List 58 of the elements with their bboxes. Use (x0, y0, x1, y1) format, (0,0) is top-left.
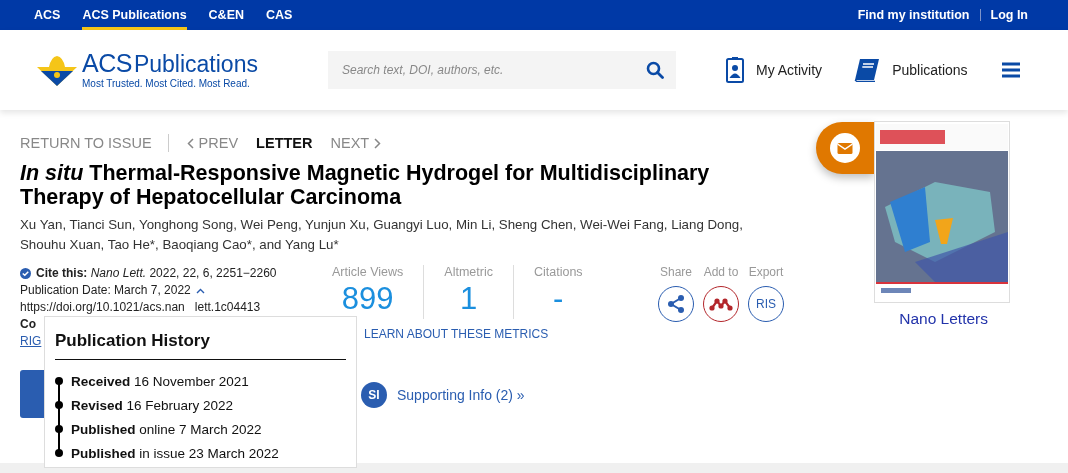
history-event: Published online 7 March 2022 (71, 421, 262, 437)
tool-label: Export (748, 265, 784, 279)
site-tab[interactable]: C&EN (208, 0, 244, 30)
book-icon[interactable] (854, 58, 881, 82)
email-button[interactable] (816, 122, 874, 174)
metric-label: Article Views (332, 265, 404, 279)
history-event: Revised 16 February 2022 (71, 397, 234, 413)
site-tab[interactable]: CAS (266, 0, 293, 30)
dots-network-icon (709, 297, 733, 311)
metric-value: 899 (341, 280, 394, 318)
add-to-button[interactable] (703, 286, 739, 322)
site-tab[interactable]: ACS Publications (82, 0, 187, 30)
id-badge-icon[interactable] (726, 57, 744, 83)
metrics-link[interactable]: LEARN ABOUT THESE METRICS (364, 327, 652, 341)
metric-label: Altmetric (444, 265, 493, 279)
envelope-icon (830, 133, 860, 163)
chevron-left-icon (186, 137, 194, 149)
journal-link[interactable]: Nano Letters (899, 310, 988, 328)
supporting-info-link[interactable]: Supporting Info (2) » (397, 387, 525, 403)
metric-label: Citations (533, 265, 583, 279)
logo-mark-text: ACS (82, 51, 132, 76)
next-link[interactable]: NEXT (330, 135, 382, 151)
history-event: Received 16 November 2021 (71, 373, 249, 389)
si-badge: SI (361, 382, 387, 408)
logo-word: Publications (133, 53, 258, 76)
tool-label: Add to (703, 265, 739, 279)
export-button[interactable]: RIS (748, 286, 784, 322)
copyright-text: Co (20, 316, 37, 333)
doi-link[interactable]: lett.1c04413 (194, 300, 261, 314)
metric-value: - (553, 280, 564, 318)
doi-link[interactable]: https://doi.org/10.1021/acs.nan (20, 300, 185, 314)
return-link[interactable]: RETURN TO ISSUE (20, 135, 152, 151)
logo-icon (35, 53, 79, 87)
menu-icon[interactable] (1001, 62, 1020, 78)
chevron-right-icon (374, 137, 382, 149)
search-icon[interactable] (646, 61, 664, 79)
top-link[interactable]: Log In (990, 8, 1028, 22)
article-title: In situ Thermal-Responsive Magnetic Hydrogel for Multidisciplinary Therapy of Hepatocellular Carcinoma (20, 161, 711, 209)
site-tab[interactable]: ACS (34, 0, 61, 30)
header-link[interactable]: Publications (892, 62, 968, 78)
author-list: Xu Yan, Tianci Sun, Yonghong Song, Wei Peng, Yunjun Xu, Guangyi Luo, Min Li, Sheng Chen, Wei-Wei Fang, Liang Dong, Shouhu Xuan, Tao He*, Baoqiang Cao*, and Yang Lu* (20, 215, 760, 254)
history-event: Published in issue 23 March 2022 (71, 445, 279, 461)
article-type: LETTER (256, 135, 313, 151)
tool-label: Share (660, 265, 692, 279)
rights-link[interactable]: RIG (20, 334, 42, 348)
metric-value: 1 (460, 280, 478, 318)
header-link[interactable]: My Activity (756, 62, 823, 78)
popup-title: Publication History (55, 331, 346, 360)
verified-icon (20, 268, 31, 279)
publication-date: Publication Date: March 7, 2022 (20, 282, 191, 299)
prev-link[interactable]: PREV (186, 135, 239, 151)
share-button[interactable] (658, 286, 694, 322)
caret-icon[interactable] (195, 287, 205, 294)
logo-tagline: Most Trusted. Most Cited. Most Read. (82, 78, 251, 89)
share-icon (666, 294, 686, 314)
top-link[interactable]: Find my institution (857, 8, 970, 22)
search-field[interactable]: Search text, DOI, authors, etc. (328, 51, 676, 89)
citation: Cite this: Nano Lett. 2022, 22, 6, 2251−2260 (36, 265, 277, 282)
